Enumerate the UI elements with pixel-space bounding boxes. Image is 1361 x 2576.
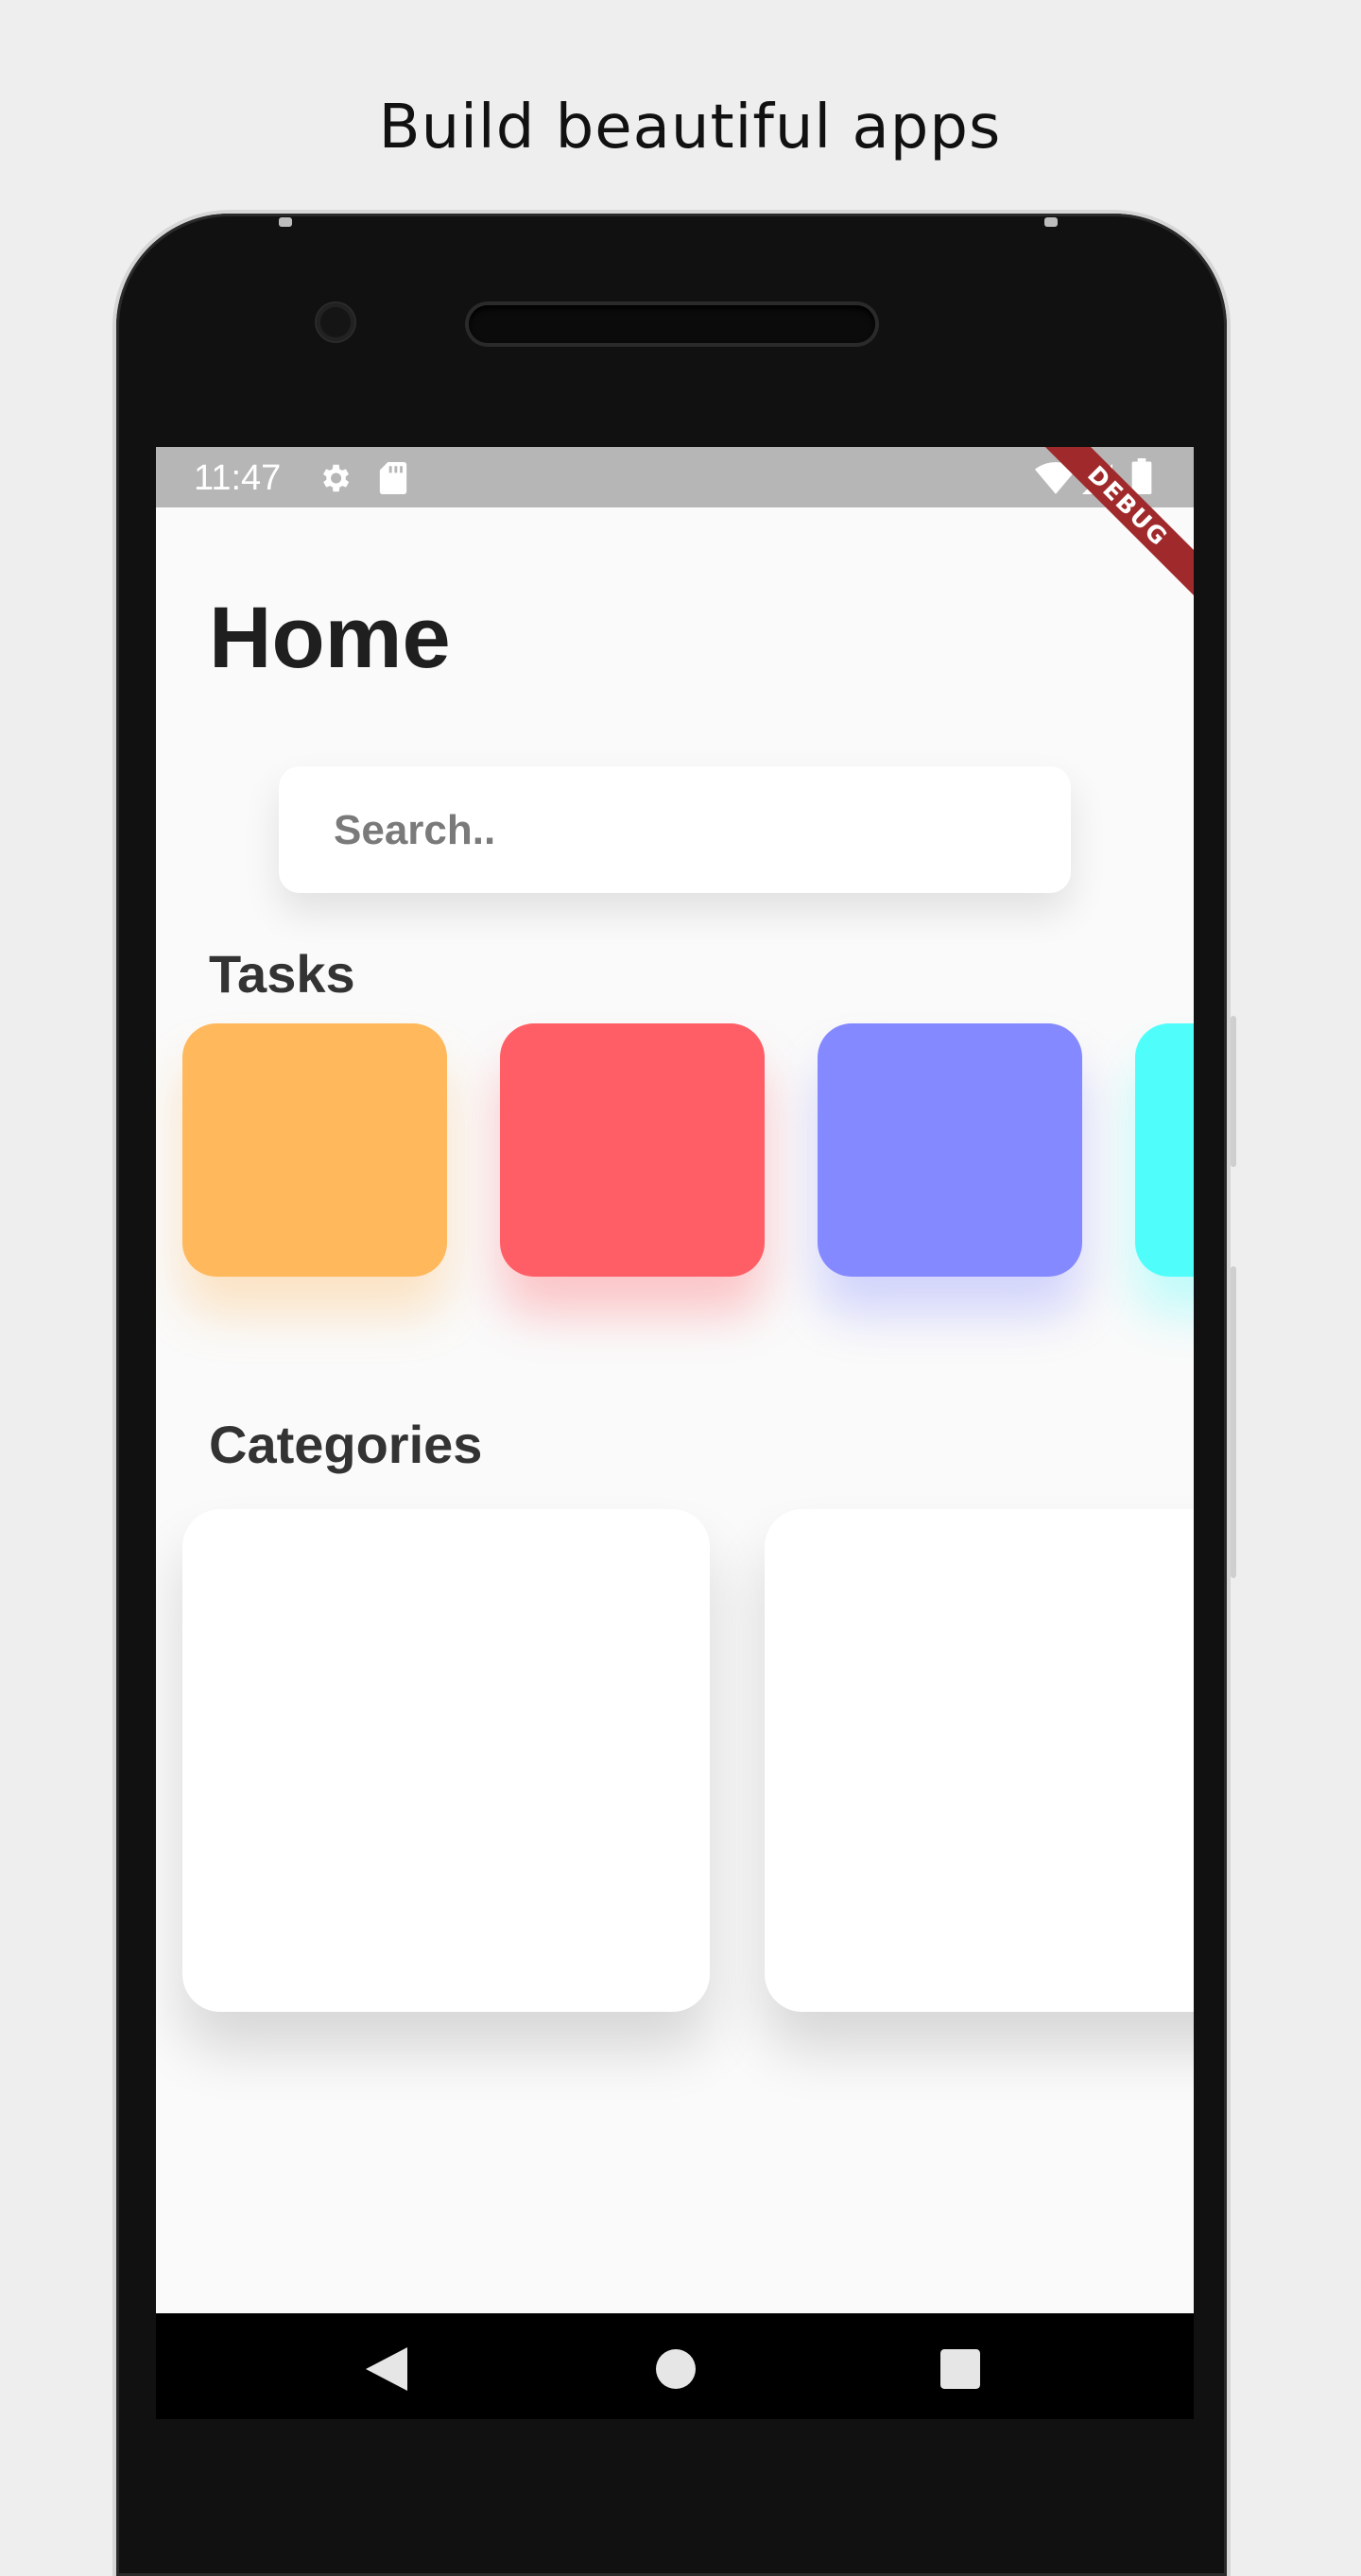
back-icon[interactable] <box>366 2347 407 2396</box>
sd-card-icon <box>379 462 407 499</box>
status-time: 11:47 <box>194 458 282 498</box>
task-card[interactable] <box>818 1023 1082 1277</box>
task-card[interactable] <box>1135 1023 1194 1277</box>
settings-icon <box>317 460 353 501</box>
phone-sensor <box>1044 217 1058 227</box>
categories-heading: Categories <box>209 1415 483 1474</box>
camera-icon <box>317 303 354 341</box>
task-card[interactable] <box>500 1023 765 1277</box>
status-bar: 11:47 <box>156 447 1194 507</box>
navigation-bar <box>156 2313 1194 2419</box>
app-screen: 11:47 DEBUG Home Tasks Categories <box>156 447 1194 2419</box>
recents-icon[interactable] <box>940 2349 980 2394</box>
power-button <box>1231 1266 1236 1578</box>
category-card[interactable] <box>182 1509 710 2012</box>
search-input[interactable] <box>332 799 1035 863</box>
volume-button <box>1231 1016 1236 1167</box>
category-card[interactable] <box>765 1509 1194 2012</box>
home-icon[interactable] <box>656 2349 696 2394</box>
page-title: Home <box>209 590 451 686</box>
tasks-heading: Tasks <box>209 944 355 1004</box>
search-field[interactable] <box>279 766 1071 893</box>
phone-sensor <box>279 217 292 227</box>
speaker-grille <box>469 305 875 343</box>
task-card[interactable] <box>182 1023 447 1277</box>
headline: Build beautiful apps <box>378 93 1002 163</box>
